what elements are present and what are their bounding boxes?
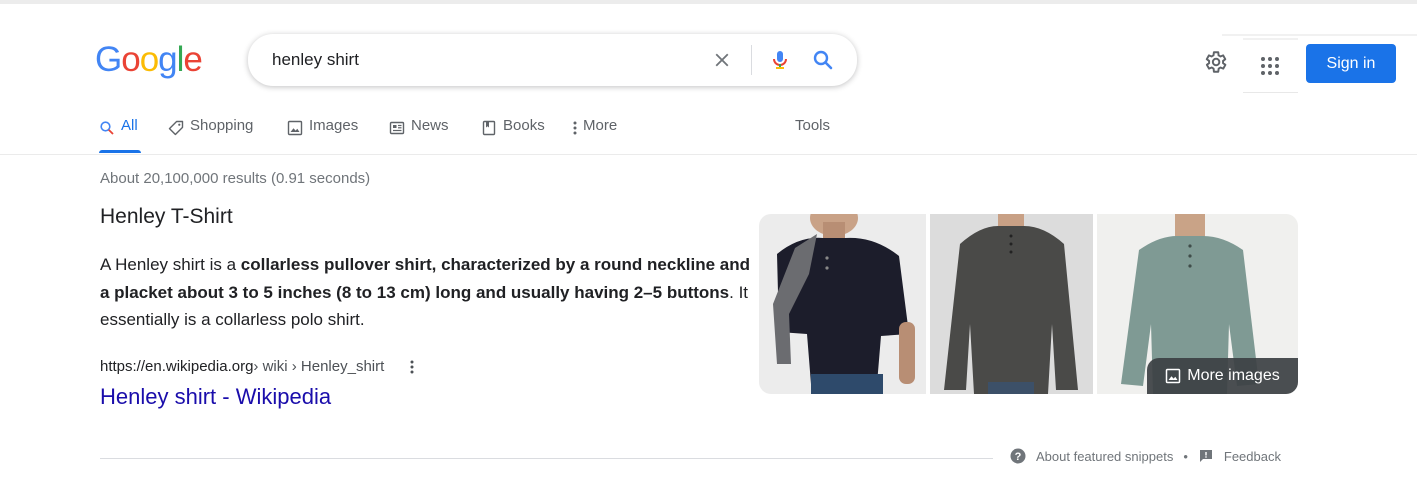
search-icon: [100, 121, 114, 135]
header-divider: [0, 154, 1417, 155]
tab-books[interactable]: Books: [481, 117, 545, 153]
featured-snippet-title: Henley T-Shirt: [100, 205, 233, 228]
logo-letter: e: [183, 40, 202, 79]
tag-icon: [168, 120, 184, 136]
tab-label: Images: [309, 117, 359, 134]
search-icon: [813, 50, 833, 70]
logo-letter: l: [176, 40, 185, 79]
google-logo[interactable]: Google: [95, 40, 203, 80]
cite-domain: https://en.wikipedia.org: [100, 358, 254, 375]
top-border: [0, 0, 1417, 4]
search-button[interactable]: [811, 48, 835, 72]
tab-images[interactable]: Images: [287, 117, 358, 153]
tab-news[interactable]: News: [389, 117, 449, 153]
tab-shopping[interactable]: Shopping: [168, 117, 253, 153]
result-cite: https://en.wikipedia.org › wiki › Henley…: [100, 358, 420, 375]
sign-in-button[interactable]: Sign in: [1306, 44, 1396, 83]
search-input[interactable]: [272, 48, 672, 72]
voice-search-button[interactable]: [768, 48, 792, 72]
book-icon: [482, 120, 496, 136]
tab-label: News: [411, 117, 449, 134]
apps-grid-icon: [1261, 57, 1279, 75]
header-line: [1222, 34, 1417, 36]
more-vertical-icon: [573, 121, 577, 135]
footer-separator: •: [1183, 448, 1188, 464]
logo-letter: g: [158, 40, 177, 79]
tab-label: Shopping: [190, 117, 254, 134]
featured-snippet-text: A Henley shirt is a collarless pullover …: [100, 251, 760, 334]
more-images-button[interactable]: More images: [1147, 358, 1298, 394]
search-box: [248, 34, 857, 86]
feedback-link[interactable]: Feedback: [1224, 449, 1281, 464]
feedback-icon: [1199, 450, 1212, 462]
apps-container: [1243, 38, 1298, 93]
snippet-divider: [100, 458, 993, 459]
result-stats: About 20,100,000 results (0.91 seconds): [100, 170, 371, 187]
tab-all[interactable]: All: [99, 117, 141, 153]
microphone-icon: [773, 51, 787, 69]
tools-button[interactable]: Tools: [795, 117, 830, 134]
image-icon: [1166, 368, 1181, 384]
about-featured-snippets-link[interactable]: About featured snippets: [1036, 449, 1173, 464]
logo-letter: o: [121, 40, 140, 79]
searchbox-divider: [751, 45, 752, 75]
tab-more[interactable]: More: [571, 117, 617, 153]
man-navy-henley-image[interactable]: [759, 214, 926, 394]
cite-path: › wiki › Henley_shirt: [253, 358, 385, 375]
more-images-label: More images: [1187, 367, 1280, 384]
tab-label: More: [583, 117, 618, 134]
news-icon: [389, 121, 405, 135]
settings-button[interactable]: [1202, 49, 1228, 75]
more-options-icon[interactable]: [404, 359, 420, 375]
snippet-footer: ? About featured snippets • Feedback: [1010, 448, 1281, 464]
logo-letter: o: [139, 40, 159, 79]
svg-text:?: ?: [1015, 451, 1022, 463]
snippet-text-start: A Henley shirt is a: [100, 255, 241, 274]
tab-label: All: [121, 117, 138, 134]
result-title-link[interactable]: Henley shirt - Wikipedia: [100, 384, 331, 410]
google-apps-button[interactable]: [1260, 56, 1280, 76]
clear-search-button[interactable]: [711, 49, 733, 71]
close-icon: [715, 53, 729, 67]
logo-letter: G: [95, 40, 122, 79]
help-icon: ?: [1010, 448, 1026, 464]
image-icon: [287, 120, 303, 136]
tab-label: Books: [503, 117, 545, 134]
man-gray-henley-image[interactable]: [930, 214, 1093, 394]
gear-icon: [1205, 51, 1227, 73]
